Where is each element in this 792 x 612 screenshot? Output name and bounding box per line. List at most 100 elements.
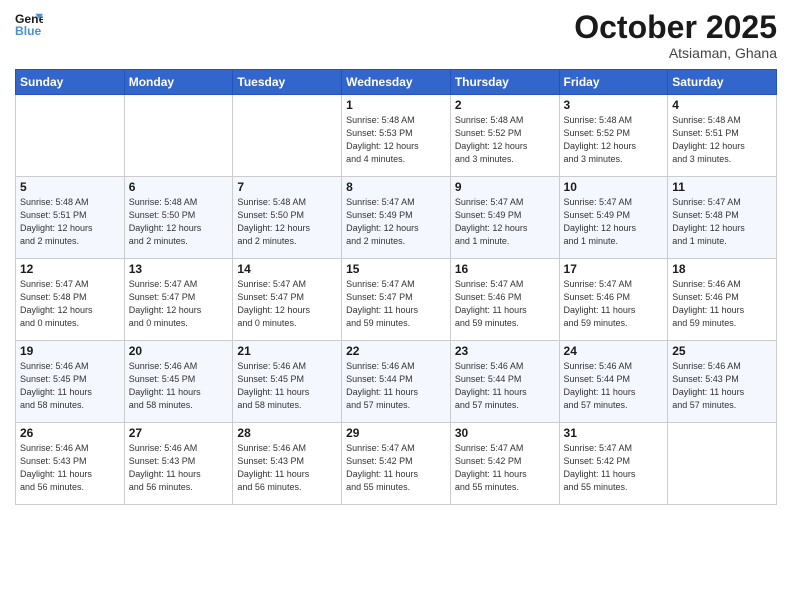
day-info: Sunrise: 5:47 AM Sunset: 5:46 PM Dayligh… xyxy=(455,278,555,330)
week-row-3: 19 Sunrise: 5:46 AM Sunset: 5:45 PM Dayli… xyxy=(16,341,777,423)
day-info: Sunrise: 5:48 AM Sunset: 5:50 PM Dayligh… xyxy=(129,196,229,248)
day-number: 11 xyxy=(672,180,772,194)
calendar-cell-w4-d3: 29Sunrise: 5:47 AM Sunset: 5:42 PM Dayli… xyxy=(342,423,451,505)
day-number: 27 xyxy=(129,426,229,440)
day-number: 8 xyxy=(346,180,446,194)
day-info: Sunrise: 5:47 AM Sunset: 5:49 PM Dayligh… xyxy=(346,196,446,248)
calendar-cell-w1-d1: 6 Sunrise: 5:48 AM Sunset: 5:50 PM Daylig… xyxy=(124,177,233,259)
day-number: 3 xyxy=(564,98,664,112)
day-number: 22 xyxy=(346,344,446,358)
day-number: 16 xyxy=(455,262,555,276)
calendar-table: Sunday Monday Tuesday Wednesday Thursday… xyxy=(15,69,777,505)
day-number: 7 xyxy=(237,180,337,194)
day-info: Sunrise: 5:47 AM Sunset: 5:47 PM Dayligh… xyxy=(129,278,229,330)
week-row-0: 1Sunrise: 5:48 AM Sunset: 5:53 PM Daylig… xyxy=(16,95,777,177)
day-number: 15 xyxy=(346,262,446,276)
day-number: 17 xyxy=(564,262,664,276)
day-number: 14 xyxy=(237,262,337,276)
day-info: Sunrise: 5:46 AM Sunset: 5:46 PM Dayligh… xyxy=(672,278,772,330)
day-info: Sunrise: 5:46 AM Sunset: 5:43 PM Dayligh… xyxy=(237,442,337,494)
calendar-cell-w2-d1: 13 Sunrise: 5:47 AM Sunset: 5:47 PM Dayli… xyxy=(124,259,233,341)
day-info: Sunrise: 5:47 AM Sunset: 5:48 PM Dayligh… xyxy=(20,278,120,330)
day-info: Sunrise: 5:46 AM Sunset: 5:44 PM Dayligh… xyxy=(455,360,555,412)
header-monday: Monday xyxy=(124,70,233,95)
calendar-cell-w2-d6: 18 Sunrise: 5:46 AM Sunset: 5:46 PM Dayli… xyxy=(668,259,777,341)
header-thursday: Thursday xyxy=(450,70,559,95)
calendar-cell-w0-d3: 1Sunrise: 5:48 AM Sunset: 5:53 PM Daylig… xyxy=(342,95,451,177)
header: General Blue October 2025 Atsiaman, Ghan… xyxy=(15,10,777,61)
day-number: 24 xyxy=(564,344,664,358)
day-number: 2 xyxy=(455,98,555,112)
day-info: Sunrise: 5:47 AM Sunset: 5:48 PM Dayligh… xyxy=(672,196,772,248)
day-info: Sunrise: 5:48 AM Sunset: 5:50 PM Dayligh… xyxy=(237,196,337,248)
day-info: Sunrise: 5:46 AM Sunset: 5:43 PM Dayligh… xyxy=(672,360,772,412)
day-info: Sunrise: 5:46 AM Sunset: 5:45 PM Dayligh… xyxy=(237,360,337,412)
calendar-cell-w4-d2: 28Sunrise: 5:46 AM Sunset: 5:43 PM Dayli… xyxy=(233,423,342,505)
day-info: Sunrise: 5:48 AM Sunset: 5:52 PM Dayligh… xyxy=(564,114,664,166)
calendar-cell-w4-d5: 31 Sunrise: 5:47 AM Sunset: 5:42 PM Dayli… xyxy=(559,423,668,505)
calendar-cell-w3-d2: 21 Sunrise: 5:46 AM Sunset: 5:45 PM Dayli… xyxy=(233,341,342,423)
day-info: Sunrise: 5:46 AM Sunset: 5:45 PM Dayligh… xyxy=(20,360,120,412)
day-number: 9 xyxy=(455,180,555,194)
calendar-cell-w4-d6 xyxy=(668,423,777,505)
day-info: Sunrise: 5:47 AM Sunset: 5:47 PM Dayligh… xyxy=(237,278,337,330)
day-info: Sunrise: 5:48 AM Sunset: 5:51 PM Dayligh… xyxy=(20,196,120,248)
calendar-cell-w4-d1: 27Sunrise: 5:46 AM Sunset: 5:43 PM Dayli… xyxy=(124,423,233,505)
day-info: Sunrise: 5:47 AM Sunset: 5:47 PM Dayligh… xyxy=(346,278,446,330)
day-number: 30 xyxy=(455,426,555,440)
calendar-cell-w1-d4: 9 Sunrise: 5:47 AM Sunset: 5:49 PM Daylig… xyxy=(450,177,559,259)
day-info: Sunrise: 5:46 AM Sunset: 5:45 PM Dayligh… xyxy=(129,360,229,412)
week-row-2: 12 Sunrise: 5:47 AM Sunset: 5:48 PM Dayli… xyxy=(16,259,777,341)
header-tuesday: Tuesday xyxy=(233,70,342,95)
day-number: 5 xyxy=(20,180,120,194)
day-number: 18 xyxy=(672,262,772,276)
header-wednesday: Wednesday xyxy=(342,70,451,95)
calendar-cell-w0-d2 xyxy=(233,95,342,177)
day-info: Sunrise: 5:46 AM Sunset: 5:44 PM Dayligh… xyxy=(346,360,446,412)
day-number: 13 xyxy=(129,262,229,276)
day-info: Sunrise: 5:47 AM Sunset: 5:46 PM Dayligh… xyxy=(564,278,664,330)
calendar-cell-w1-d0: 5 Sunrise: 5:48 AM Sunset: 5:51 PM Daylig… xyxy=(16,177,125,259)
calendar-cell-w2-d3: 15 Sunrise: 5:47 AM Sunset: 5:47 PM Dayli… xyxy=(342,259,451,341)
header-friday: Friday xyxy=(559,70,668,95)
logo-icon: General Blue xyxy=(15,10,43,38)
page: General Blue October 2025 Atsiaman, Ghan… xyxy=(0,0,792,612)
calendar-cell-w1-d6: 11 Sunrise: 5:47 AM Sunset: 5:48 PM Dayli… xyxy=(668,177,777,259)
week-row-1: 5 Sunrise: 5:48 AM Sunset: 5:51 PM Daylig… xyxy=(16,177,777,259)
calendar-cell-w3-d6: 25Sunrise: 5:46 AM Sunset: 5:43 PM Dayli… xyxy=(668,341,777,423)
day-number: 6 xyxy=(129,180,229,194)
calendar-cell-w1-d5: 10 Sunrise: 5:47 AM Sunset: 5:49 PM Dayli… xyxy=(559,177,668,259)
day-number: 19 xyxy=(20,344,120,358)
calendar-cell-w2-d2: 14 Sunrise: 5:47 AM Sunset: 5:47 PM Dayli… xyxy=(233,259,342,341)
calendar-cell-w1-d2: 7 Sunrise: 5:48 AM Sunset: 5:50 PM Daylig… xyxy=(233,177,342,259)
day-info: Sunrise: 5:46 AM Sunset: 5:43 PM Dayligh… xyxy=(20,442,120,494)
day-info: Sunrise: 5:47 AM Sunset: 5:49 PM Dayligh… xyxy=(564,196,664,248)
calendar-cell-w2-d5: 17 Sunrise: 5:47 AM Sunset: 5:46 PM Dayli… xyxy=(559,259,668,341)
calendar-cell-w3-d3: 22 Sunrise: 5:46 AM Sunset: 5:44 PM Dayli… xyxy=(342,341,451,423)
day-number: 10 xyxy=(564,180,664,194)
day-info: Sunrise: 5:48 AM Sunset: 5:51 PM Dayligh… xyxy=(672,114,772,166)
day-number: 26 xyxy=(20,426,120,440)
header-saturday: Saturday xyxy=(668,70,777,95)
header-sunday: Sunday xyxy=(16,70,125,95)
day-number: 20 xyxy=(129,344,229,358)
calendar-cell-w3-d4: 23Sunrise: 5:46 AM Sunset: 5:44 PM Dayli… xyxy=(450,341,559,423)
calendar-cell-w0-d5: 3 Sunrise: 5:48 AM Sunset: 5:52 PM Daylig… xyxy=(559,95,668,177)
weekday-header-row: Sunday Monday Tuesday Wednesday Thursday… xyxy=(16,70,777,95)
calendar-cell-w3-d1: 20 Sunrise: 5:46 AM Sunset: 5:45 PM Dayli… xyxy=(124,341,233,423)
calendar-cell-w4-d0: 26 Sunrise: 5:46 AM Sunset: 5:43 PM Dayli… xyxy=(16,423,125,505)
day-info: Sunrise: 5:48 AM Sunset: 5:53 PM Dayligh… xyxy=(346,114,446,166)
location-subtitle: Atsiaman, Ghana xyxy=(574,45,777,61)
calendar-cell-w2-d0: 12 Sunrise: 5:47 AM Sunset: 5:48 PM Dayli… xyxy=(16,259,125,341)
day-number: 31 xyxy=(564,426,664,440)
day-info: Sunrise: 5:47 AM Sunset: 5:42 PM Dayligh… xyxy=(455,442,555,494)
day-number: 21 xyxy=(237,344,337,358)
day-info: Sunrise: 5:47 AM Sunset: 5:49 PM Dayligh… xyxy=(455,196,555,248)
calendar-cell-w3-d5: 24Sunrise: 5:46 AM Sunset: 5:44 PM Dayli… xyxy=(559,341,668,423)
calendar-cell-w0-d6: 4Sunrise: 5:48 AM Sunset: 5:51 PM Daylig… xyxy=(668,95,777,177)
month-title: October 2025 xyxy=(574,10,777,45)
week-row-4: 26 Sunrise: 5:46 AM Sunset: 5:43 PM Dayli… xyxy=(16,423,777,505)
day-number: 12 xyxy=(20,262,120,276)
day-info: Sunrise: 5:47 AM Sunset: 5:42 PM Dayligh… xyxy=(564,442,664,494)
calendar-cell-w3-d0: 19 Sunrise: 5:46 AM Sunset: 5:45 PM Dayli… xyxy=(16,341,125,423)
